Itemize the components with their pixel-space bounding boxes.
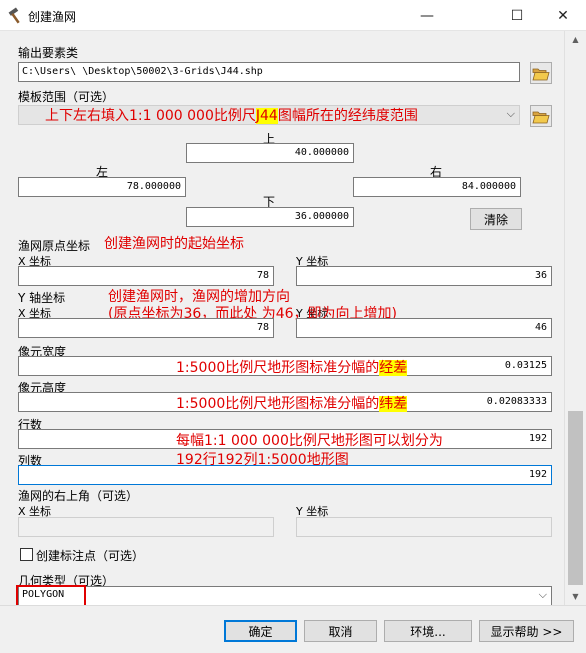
annotation-origin: 创建渔网时的起始坐标 xyxy=(104,236,244,252)
scroll-down-arrow-icon[interactable]: ▼ xyxy=(565,588,586,605)
maximize-button[interactable]: ☐ xyxy=(494,0,540,31)
annotation-cell-width: 1:5000比例尺地形图标准分幅的经差 xyxy=(176,357,408,377)
annotation-template-extent: 上下左右填入1:1 000 000比例尺J44图幅所在的经纬度范围 xyxy=(45,105,418,125)
folder-open-icon xyxy=(532,68,550,80)
create-label-points-checkbox[interactable] xyxy=(20,548,33,561)
chevron-down-icon: ⌵ xyxy=(538,588,547,601)
folder-open-icon xyxy=(532,111,550,123)
annotation-cell-height: 1:5000比例尺地形图标准分幅的纬差 xyxy=(176,393,408,413)
annotation-cell-width-text: 1:5000比例尺地形图标准分幅的 xyxy=(176,360,380,376)
dialog-button-bar: 确定 取消 环境... 显示帮助 >> xyxy=(0,605,586,653)
annotation-template-extent-highlight: J44 xyxy=(255,108,278,124)
ok-button[interactable]: 确定 xyxy=(224,620,297,642)
yaxis-y-input[interactable]: 46 xyxy=(296,318,552,338)
origin-x-input[interactable]: 78 xyxy=(18,266,274,286)
show-help-button[interactable]: 显示帮助 >> xyxy=(479,620,574,642)
vertical-scrollbar[interactable]: ▲ ▼ xyxy=(564,31,586,605)
template-extent-label: 模板范围（可选） xyxy=(18,90,115,104)
close-button[interactable]: ✕ xyxy=(540,0,586,31)
geometry-type-select[interactable]: POLYGON ⌵ xyxy=(18,586,552,606)
columns-input[interactable]: 192 xyxy=(18,465,552,485)
create-label-points-label: 创建标注点（可选） xyxy=(36,549,145,563)
annotation-template-extent-pre: 上下左右填入1:1 000 000比例尺 xyxy=(45,108,256,124)
origin-label: 渔网原点坐标 xyxy=(18,239,91,253)
environments-button[interactable]: 环境... xyxy=(384,620,472,642)
scroll-up-arrow-icon[interactable]: ▲ xyxy=(565,31,586,48)
opposite-corner-label: 渔网的右上角（可选） xyxy=(18,489,139,503)
minimize-button[interactable]: — xyxy=(404,0,450,31)
window-title: 创建渔网 xyxy=(28,10,77,24)
browse-template-button[interactable] xyxy=(530,105,552,127)
output-label: 输出要素类 xyxy=(18,46,79,60)
extent-left-input[interactable]: 78.000000 xyxy=(18,177,186,197)
chevron-down-icon: ⌵ xyxy=(506,107,515,120)
opposite-y-input[interactable] xyxy=(296,517,552,537)
extent-bottom-input[interactable]: 36.000000 xyxy=(186,207,354,227)
yaxis-x-input[interactable]: 78 xyxy=(18,318,274,338)
cancel-button[interactable]: 取消 xyxy=(304,620,377,642)
hammer-icon xyxy=(8,7,20,24)
annotation-cell-height-text: 1:5000比例尺地形图标准分幅的 xyxy=(176,396,380,412)
title-bar: 创建渔网 — ☐ ✕ xyxy=(0,0,586,31)
annotation-template-extent-post: 图幅所在的经纬度范围 xyxy=(277,108,418,124)
scrollbar-thumb[interactable] xyxy=(568,411,583,585)
opposite-x-input[interactable] xyxy=(18,517,274,537)
clear-extent-button[interactable]: 清除 xyxy=(470,208,522,230)
tool-parameters-panel: 输出要素类 C:\Users\ \Desktop\50002\3-Grids\J… xyxy=(0,31,564,608)
extent-right-input[interactable]: 84.000000 xyxy=(353,177,521,197)
annotation-cell-height-highlight: 纬差 xyxy=(379,396,408,412)
output-path-input[interactable]: C:\Users\ \Desktop\50002\3-Grids\J44.shp xyxy=(18,62,520,82)
origin-y-input[interactable]: 36 xyxy=(296,266,552,286)
annotation-cell-width-highlight: 经差 xyxy=(379,360,408,376)
yaxis-label: Y 轴坐标 xyxy=(18,291,66,305)
browse-output-button[interactable] xyxy=(530,62,552,84)
annotation-rows-line1: 每幅1:1 000 000比例尺地形图可以划分为 xyxy=(176,433,443,449)
extent-top-input[interactable]: 40.000000 xyxy=(186,143,354,163)
